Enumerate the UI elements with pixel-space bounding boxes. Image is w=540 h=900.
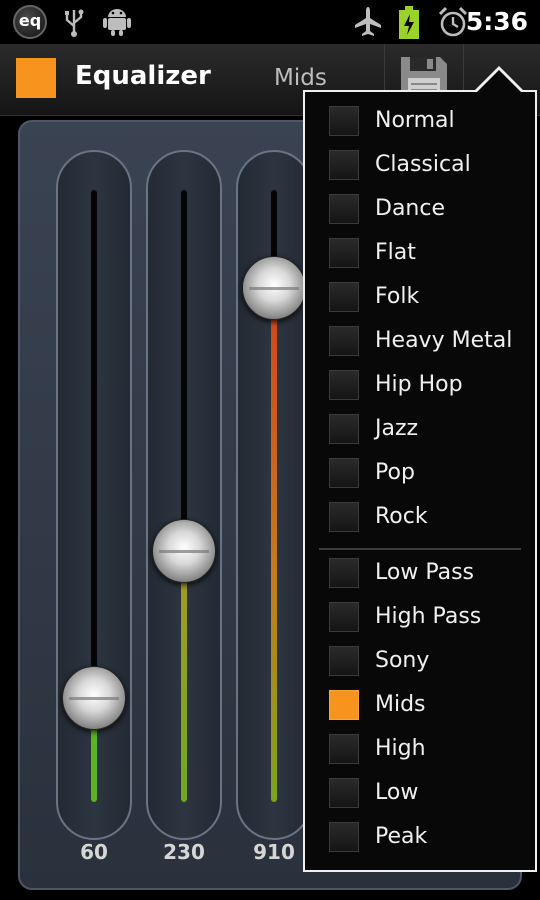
band-frequency-label: 230 bbox=[163, 840, 205, 864]
preset-menu-item[interactable]: Low Pass bbox=[305, 552, 535, 596]
preset-menu-item[interactable]: Mids bbox=[305, 684, 535, 728]
preset-menu-item[interactable]: Flat bbox=[305, 232, 535, 276]
current-preset-label: Mids bbox=[274, 65, 327, 91]
menu-separator bbox=[319, 548, 521, 550]
battery-charging-icon bbox=[398, 6, 420, 44]
preset-checkbox[interactable] bbox=[329, 370, 359, 400]
preset-menu-item[interactable]: Jazz bbox=[305, 408, 535, 452]
preset-menu-label: Sony bbox=[375, 648, 430, 673]
preset-menu-item[interactable]: Rock bbox=[305, 496, 535, 540]
preset-checkbox[interactable] bbox=[329, 558, 359, 588]
preset-menu: Normal Classical Dance Flat Folk Heavy Metal H… bbox=[303, 90, 537, 872]
usb-icon bbox=[62, 6, 86, 42]
preset-menu-label: High bbox=[375, 736, 426, 761]
preset-menu-label: High Pass bbox=[375, 604, 482, 629]
eq-band-slider[interactable] bbox=[56, 150, 132, 840]
preset-menu-item[interactable]: Normal bbox=[305, 100, 535, 144]
preset-menu-label: Low bbox=[375, 780, 419, 805]
preset-checkbox[interactable] bbox=[329, 646, 359, 676]
preset-menu-item[interactable]: High bbox=[305, 728, 535, 772]
airplane-mode-icon bbox=[354, 6, 382, 42]
preset-menu-item[interactable]: Low bbox=[305, 772, 535, 816]
preset-menu-item[interactable]: High Pass bbox=[305, 596, 535, 640]
preset-checkbox[interactable] bbox=[329, 106, 359, 136]
alarm-icon bbox=[438, 6, 468, 42]
preset-checkbox[interactable] bbox=[329, 778, 359, 808]
preset-checkbox[interactable] bbox=[329, 238, 359, 268]
preset-menu-label: Flat bbox=[375, 240, 416, 265]
preset-menu-item[interactable]: Classical bbox=[305, 144, 535, 188]
preset-menu-label: Low Pass bbox=[375, 560, 474, 585]
preset-menu-item[interactable]: Peak bbox=[305, 816, 535, 860]
menu-pointer-fill bbox=[477, 70, 521, 92]
slider-level-fill bbox=[271, 287, 277, 802]
preset-checked-box[interactable] bbox=[329, 690, 359, 720]
app-icon[interactable] bbox=[16, 58, 56, 98]
preset-menu-item[interactable]: Hip Hop bbox=[305, 364, 535, 408]
android-debug-icon bbox=[103, 6, 131, 40]
status-bar: eq 5:36 bbox=[0, 0, 540, 44]
preset-menu-label: Jazz bbox=[375, 416, 419, 441]
preset-menu-item[interactable]: Heavy Metal bbox=[305, 320, 535, 364]
preset-menu-label: Peak bbox=[375, 824, 428, 849]
preset-menu-item[interactable]: Dance bbox=[305, 188, 535, 232]
preset-checkbox[interactable] bbox=[329, 734, 359, 764]
preset-checkbox[interactable] bbox=[329, 194, 359, 224]
preset-menu-item[interactable]: Folk bbox=[305, 276, 535, 320]
clock: 5:36 bbox=[465, 7, 528, 36]
preset-menu-label: Hip Hop bbox=[375, 372, 463, 397]
preset-checkbox[interactable] bbox=[329, 326, 359, 356]
preset-menu-label: Normal bbox=[375, 108, 455, 133]
band-frequency-label: 60 bbox=[80, 840, 108, 864]
preset-menu-item[interactable]: Pop bbox=[305, 452, 535, 496]
slider-knob[interactable] bbox=[62, 665, 126, 730]
preset-checkbox[interactable] bbox=[329, 458, 359, 488]
eq-band-slider[interactable] bbox=[236, 150, 312, 840]
slider-knob[interactable] bbox=[242, 255, 306, 320]
preset-menu-label: Dance bbox=[375, 196, 445, 221]
preset-menu-label: Folk bbox=[375, 284, 420, 309]
preset-checkbox[interactable] bbox=[329, 414, 359, 444]
preset-menu-label: Heavy Metal bbox=[375, 328, 513, 353]
slider-level-fill bbox=[181, 551, 187, 802]
preset-menu-label: Mids bbox=[375, 692, 426, 717]
preset-menu-label: Rock bbox=[375, 504, 428, 529]
preset-menu-label: Pop bbox=[375, 460, 415, 485]
preset-menu-item[interactable]: Sony bbox=[305, 640, 535, 684]
preset-checkbox[interactable] bbox=[329, 502, 359, 532]
slider-knob[interactable] bbox=[152, 519, 216, 584]
preset-menu-label: Classical bbox=[375, 152, 471, 177]
preset-checkbox[interactable] bbox=[329, 282, 359, 312]
eq-band-slider[interactable] bbox=[146, 150, 222, 840]
eq-app-badge: eq bbox=[13, 5, 47, 39]
preset-checkbox[interactable] bbox=[329, 150, 359, 180]
preset-checkbox[interactable] bbox=[329, 602, 359, 632]
app-title: Equalizer bbox=[75, 61, 211, 91]
preset-checkbox[interactable] bbox=[329, 822, 359, 852]
